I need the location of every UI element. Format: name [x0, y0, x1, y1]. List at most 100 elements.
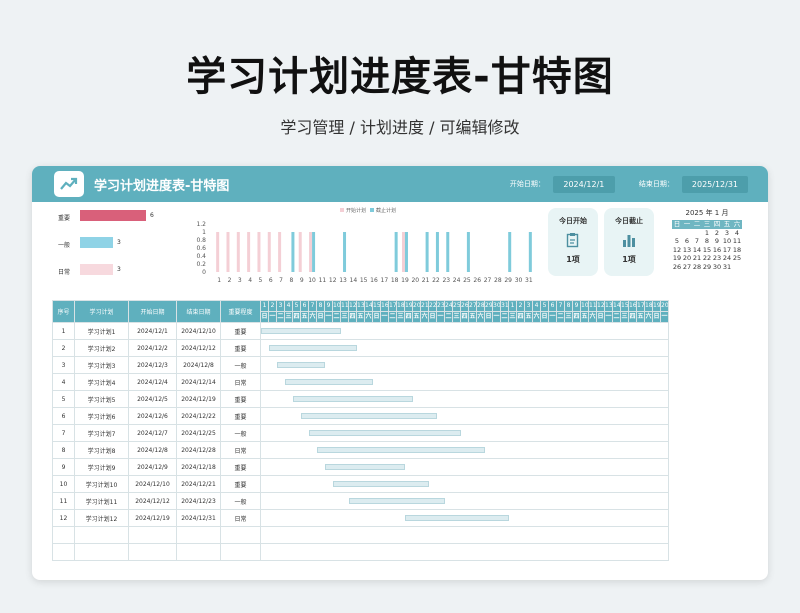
cell-start[interactable]: 2024/12/19 [128, 509, 177, 527]
cell-no[interactable]: 7 [52, 424, 75, 442]
gantt-bar[interactable] [349, 498, 445, 504]
cell-level[interactable]: 重要 [220, 322, 261, 340]
cell-level[interactable]: 日常 [220, 509, 261, 527]
cell-end[interactable]: 2024/12/19 [176, 390, 221, 408]
cell-start[interactable]: 2024/12/8 [128, 441, 177, 459]
cell-no[interactable]: 6 [52, 407, 75, 425]
cell-start[interactable]: 2024/12/4 [128, 373, 177, 391]
cell-no[interactable]: 9 [52, 458, 75, 476]
calendar-day[interactable]: 28 [692, 263, 702, 272]
cell-end[interactable]: 2024/12/21 [176, 475, 221, 493]
cell-start[interactable]: 2024/12/5 [128, 390, 177, 408]
calendar-day[interactable]: 21 [692, 254, 702, 263]
calendar-day[interactable]: 4 [732, 229, 742, 238]
cell-start[interactable]: 2024/12/3 [128, 356, 177, 374]
calendar-day[interactable]: 16 [712, 246, 722, 255]
calendar-day[interactable]: 27 [682, 263, 692, 272]
calendar-day[interactable]: 24 [722, 254, 732, 263]
cell-end[interactable]: 2024/12/10 [176, 322, 221, 340]
cell-name[interactable]: 学习计划3 [74, 356, 129, 374]
cell-name[interactable]: 学习计划4 [74, 373, 129, 391]
table-row[interactable]: 1 学习计划1 2024/12/1 2024/12/10 重要 [52, 322, 669, 340]
table-row[interactable]: 3 学习计划3 2024/12/3 2024/12/8 一般 [52, 356, 669, 374]
calendar-day[interactable]: 6 [682, 237, 692, 246]
start-date-field[interactable]: 2024/12/1 [552, 175, 615, 193]
cell-end[interactable]: 2024/12/28 [176, 441, 221, 459]
cell-no[interactable]: 10 [52, 475, 75, 493]
gantt-bar[interactable] [285, 379, 373, 385]
gantt-bar[interactable] [277, 362, 325, 368]
table-row[interactable]: 7 学习计划7 2024/12/7 2024/12/25 一般 [52, 424, 669, 442]
cell-name[interactable]: 学习计划10 [74, 475, 129, 493]
calendar-day[interactable]: 7 [692, 237, 702, 246]
cell-name[interactable]: 学习计划7 [74, 424, 129, 442]
cell-end[interactable]: 2024/12/18 [176, 458, 221, 476]
gantt-bar[interactable] [333, 481, 429, 487]
cell-end[interactable]: 2024/12/22 [176, 407, 221, 425]
calendar-day[interactable]: 11 [732, 237, 742, 246]
gantt-bar[interactable] [309, 430, 461, 436]
cell-level[interactable]: 重要 [220, 458, 261, 476]
table-row[interactable]: 8 学习计划8 2024/12/8 2024/12/28 日常 [52, 441, 669, 459]
cell-no[interactable]: 5 [52, 390, 75, 408]
cell-no[interactable]: 4 [52, 373, 75, 391]
calendar-day[interactable]: 13 [682, 246, 692, 255]
table-row[interactable]: 11 学习计划11 2024/12/12 2024/12/23 一般 [52, 492, 669, 510]
cell-name[interactable]: 学习计划8 [74, 441, 129, 459]
calendar-day[interactable]: 2 [712, 229, 722, 238]
gantt-bar[interactable] [405, 515, 509, 521]
end-date-field[interactable]: 2025/12/31 [681, 175, 748, 193]
calendar-day[interactable]: 19 [672, 254, 682, 263]
cell-end[interactable]: 2024/12/14 [176, 373, 221, 391]
calendar-year[interactable]: 2025 [686, 209, 704, 217]
cell-level[interactable]: 日常 [220, 441, 261, 459]
cell-level[interactable]: 一般 [220, 356, 261, 374]
cell-start[interactable]: 2024/12/9 [128, 458, 177, 476]
calendar-day[interactable]: 20 [682, 254, 692, 263]
cell-start[interactable]: 2024/12/1 [128, 322, 177, 340]
cell-start[interactable]: 2024/12/10 [128, 475, 177, 493]
calendar-day[interactable]: 30 [712, 263, 722, 272]
calendar-day[interactable]: 22 [702, 254, 712, 263]
calendar-month[interactable]: 1 [715, 209, 719, 217]
table-row[interactable]: 2 学习计划2 2024/12/2 2024/12/12 重要 [52, 339, 669, 357]
table-row[interactable]: 5 学习计划5 2024/12/5 2024/12/19 重要 [52, 390, 669, 408]
cell-name[interactable]: 学习计划6 [74, 407, 129, 425]
gantt-bar[interactable] [261, 328, 341, 334]
calendar-day[interactable]: 26 [672, 263, 682, 272]
calendar-day[interactable]: 29 [702, 263, 712, 272]
cell-name[interactable]: 学习计划1 [74, 322, 129, 340]
cell-level[interactable]: 一般 [220, 492, 261, 510]
cell-name[interactable]: 学习计划11 [74, 492, 129, 510]
table-row[interactable]: 10 学习计划10 2024/12/10 2024/12/21 重要 [52, 475, 669, 493]
cell-end[interactable]: 2024/12/23 [176, 492, 221, 510]
calendar-day[interactable]: 9 [712, 237, 722, 246]
gantt-bar[interactable] [293, 396, 413, 402]
cell-name[interactable]: 学习计划12 [74, 509, 129, 527]
cell-level[interactable]: 日常 [220, 373, 261, 391]
cell-no[interactable]: 1 [52, 322, 75, 340]
calendar-day[interactable]: 25 [732, 254, 742, 263]
gantt-bar[interactable] [325, 464, 405, 470]
cell-end[interactable]: 2024/12/8 [176, 356, 221, 374]
calendar-day[interactable]: 5 [672, 237, 682, 246]
cell-no[interactable]: 11 [52, 492, 75, 510]
cell-level[interactable]: 重要 [220, 407, 261, 425]
cell-level[interactable]: 重要 [220, 390, 261, 408]
calendar-day[interactable]: 12 [672, 246, 682, 255]
table-row[interactable]: 12 学习计划12 2024/12/19 2024/12/31 日常 [52, 509, 669, 527]
calendar-day[interactable]: 8 [702, 237, 712, 246]
table-row[interactable]: 4 学习计划4 2024/12/4 2024/12/14 日常 [52, 373, 669, 391]
cell-name[interactable]: 学习计划2 [74, 339, 129, 357]
cell-start[interactable]: 2024/12/7 [128, 424, 177, 442]
cell-end[interactable]: 2024/12/31 [176, 509, 221, 527]
calendar-day[interactable]: 3 [722, 229, 732, 238]
gantt-bar[interactable] [301, 413, 437, 419]
cell-start[interactable]: 2024/12/12 [128, 492, 177, 510]
calendar-day[interactable]: 14 [692, 246, 702, 255]
table-row[interactable]: 6 学习计划6 2024/12/6 2024/12/22 重要 [52, 407, 669, 425]
cell-level[interactable]: 重要 [220, 475, 261, 493]
calendar-day[interactable]: 31 [722, 263, 732, 272]
cell-level[interactable]: 一般 [220, 424, 261, 442]
calendar-day[interactable]: 18 [732, 246, 742, 255]
